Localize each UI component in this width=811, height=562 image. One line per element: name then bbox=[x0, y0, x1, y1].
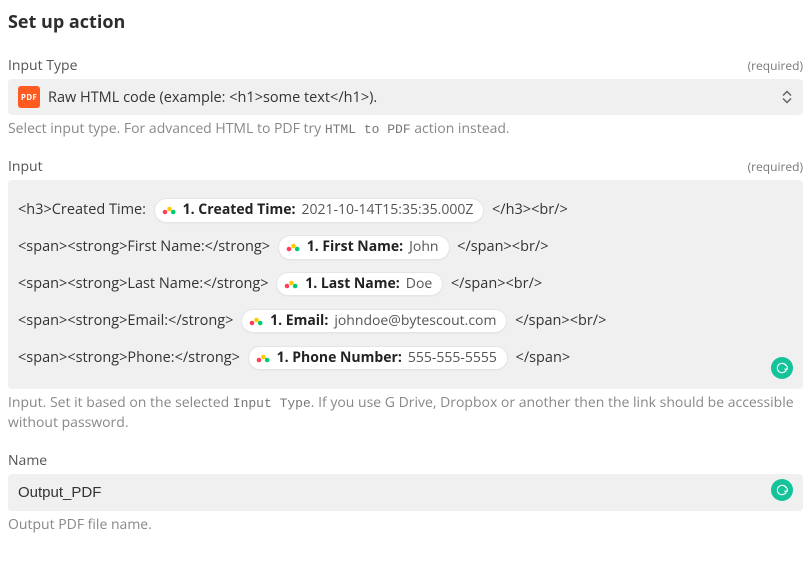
chevron-updown-icon bbox=[781, 91, 793, 104]
input-textarea[interactable]: <h3>Created Time: 1. Created Time: 2021-… bbox=[8, 180, 803, 389]
required-tag: (required) bbox=[748, 57, 803, 74]
token-label: 1. First Name: bbox=[307, 238, 403, 256]
input-line: <span><strong>Last Name:</strong> 1. Las… bbox=[18, 266, 793, 303]
token-value: johndoe@bytescout.com bbox=[334, 312, 496, 330]
required-tag: (required) bbox=[748, 158, 803, 175]
helper-pre: Select input type. For advanced HTML to … bbox=[8, 119, 325, 138]
token-label: 1. Phone Number: bbox=[277, 349, 402, 367]
field-header: Input Type (required) bbox=[8, 56, 803, 75]
raw-text: </h3><br/> bbox=[492, 200, 568, 219]
raw-text: <span><strong>Last Name:</strong> bbox=[18, 274, 269, 293]
name-helper: Output PDF file name. bbox=[8, 515, 803, 535]
token-label: 1. Created Time: bbox=[183, 201, 296, 219]
raw-text: </span><br/> bbox=[451, 274, 542, 293]
data-token[interactable]: 1. First Name: John bbox=[278, 235, 450, 259]
name-label: Name bbox=[8, 451, 47, 470]
input-field: Input (required) <h3>Created Time: 1. Cr… bbox=[8, 157, 803, 433]
input-type-field: Input Type (required) PDF Raw HTML code … bbox=[8, 56, 803, 139]
raw-text: <span><strong>Email:</strong> bbox=[18, 311, 233, 330]
token-value: Doe bbox=[406, 275, 432, 293]
input-line: <span><strong>Phone:</strong> 1. Phone N… bbox=[18, 340, 793, 377]
raw-text: </span><br/> bbox=[515, 311, 606, 330]
pdf-icon: PDF bbox=[18, 86, 40, 108]
token-value: 555-555-5555 bbox=[408, 349, 497, 367]
raw-text: </span> bbox=[516, 348, 571, 367]
grammarly-icon[interactable] bbox=[771, 357, 793, 379]
field-header: Name bbox=[8, 451, 803, 470]
monday-icon bbox=[248, 313, 264, 329]
data-token[interactable]: 1. Phone Number: 555-555-5555 bbox=[248, 346, 508, 370]
page-title: Set up action bbox=[8, 10, 803, 34]
monday-icon bbox=[161, 202, 177, 218]
helper-code: Input Type bbox=[233, 396, 311, 411]
monday-icon bbox=[283, 276, 299, 292]
input-label: Input bbox=[8, 157, 43, 176]
input-type-helper: Select input type. For advanced HTML to … bbox=[8, 119, 803, 139]
data-token[interactable]: 1. Email: johndoe@bytescout.com bbox=[241, 309, 507, 333]
data-token[interactable]: 1. Created Time: 2021-10-14T15:35:35.000… bbox=[154, 198, 485, 222]
input-helper: Input. Set it based on the selected Inpu… bbox=[8, 393, 803, 433]
helper-pre: Input. Set it based on the selected bbox=[8, 393, 233, 412]
grammarly-icon[interactable] bbox=[771, 479, 793, 501]
name-input[interactable] bbox=[18, 484, 793, 501]
input-type-label: Input Type bbox=[8, 56, 77, 75]
helper-post: action instead. bbox=[411, 119, 510, 138]
raw-text: <span><strong>First Name:</strong> bbox=[18, 237, 270, 256]
field-header: Input (required) bbox=[8, 157, 803, 176]
name-input-wrap bbox=[8, 474, 803, 511]
monday-icon bbox=[255, 350, 271, 366]
input-line: <span><strong>First Name:</strong> 1. Fi… bbox=[18, 229, 793, 266]
token-value: John bbox=[409, 238, 438, 256]
raw-text: <span><strong>Phone:</strong> bbox=[18, 348, 240, 367]
raw-text: </span><br/> bbox=[457, 237, 548, 256]
raw-text: <h3>Created Time: bbox=[18, 200, 146, 219]
monday-icon bbox=[285, 239, 301, 255]
input-line: <span><strong>Email:</strong> 1. Email: … bbox=[18, 303, 793, 340]
input-line: <h3>Created Time: 1. Created Time: 2021-… bbox=[18, 192, 793, 229]
data-token[interactable]: 1. Last Name: Doe bbox=[276, 272, 443, 296]
token-value: 2021-10-14T15:35:35.000Z bbox=[302, 201, 474, 219]
input-type-value: Raw HTML code (example: <h1>some text</h… bbox=[48, 88, 377, 107]
helper-code: HTML to PDF bbox=[325, 122, 411, 137]
input-type-select[interactable]: PDF Raw HTML code (example: <h1>some tex… bbox=[8, 79, 803, 115]
name-field: Name Output PDF file name. bbox=[8, 451, 803, 535]
token-label: 1. Last Name: bbox=[305, 275, 400, 293]
token-label: 1. Email: bbox=[270, 312, 328, 330]
